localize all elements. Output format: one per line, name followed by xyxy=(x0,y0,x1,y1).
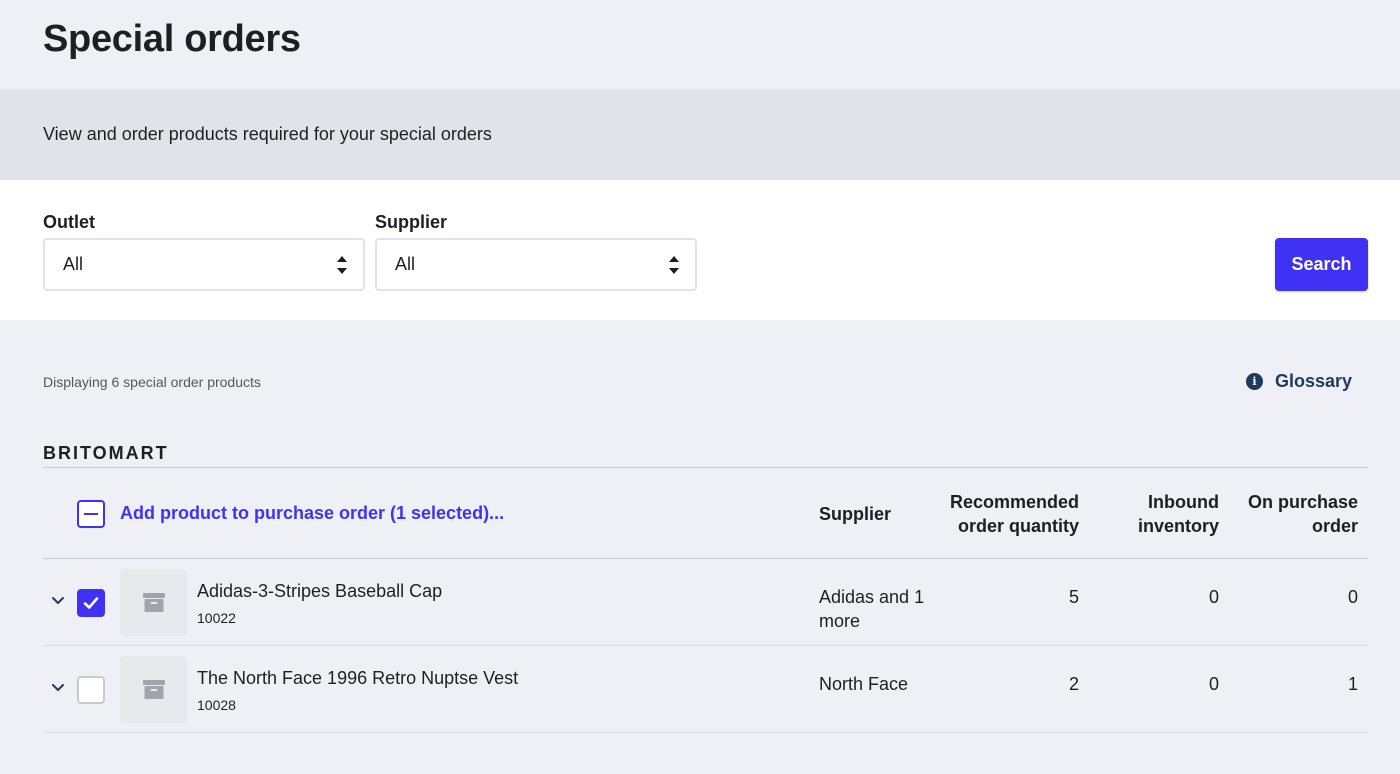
select-all-checkbox[interactable] xyxy=(77,500,105,528)
supplier-label: Supplier xyxy=(375,212,448,232)
table-header: Add product to purchase order (1 selecte… xyxy=(43,468,1368,559)
outlet-filter: Outlet All xyxy=(43,211,365,291)
row-recommended-quantity: 2 xyxy=(1068,674,1079,694)
page-header: Special orders xyxy=(0,0,1400,89)
column-header-inbound: Inbound inventory xyxy=(1138,490,1219,538)
column-header-po-line2: order xyxy=(1311,516,1358,536)
product-thumbnail xyxy=(120,569,187,636)
product-sku: 10028 xyxy=(197,697,236,713)
product-name[interactable]: Adidas-3-Stripes Baseball Cap xyxy=(197,581,442,602)
page-title: Special orders xyxy=(43,18,301,60)
select-arrows-icon xyxy=(669,255,679,274)
supplier-filter: Supplier All xyxy=(375,211,697,291)
column-header-inbound-line2: inventory xyxy=(1137,516,1219,536)
archive-box-icon xyxy=(142,679,165,699)
row-on-purchase-order: 0 xyxy=(1347,587,1358,607)
indeterminate-icon xyxy=(84,513,98,515)
add-to-purchase-order-button[interactable]: Add product to purchase order (1 selecte… xyxy=(120,503,504,524)
column-header-on-purchase-order: On purchase order xyxy=(1248,490,1358,538)
results-bar: Displaying 6 special order products i Gl… xyxy=(43,320,1368,443)
column-header-inbound-line1: Inbound xyxy=(1148,492,1219,512)
results-count: Displaying 6 special order products xyxy=(43,374,261,390)
page-description: View and order products required for you… xyxy=(43,124,492,144)
column-header-supplier: Supplier xyxy=(819,504,892,524)
glossary-label: Glossary xyxy=(1274,371,1352,391)
chevron-down-icon[interactable] xyxy=(51,593,65,607)
table-row: Adidas-3-Stripes Baseball Cap 10022 Adid… xyxy=(43,559,1368,646)
product-sku: 10022 xyxy=(197,610,236,626)
results-section: Displaying 6 special order products i Gl… xyxy=(0,320,1400,733)
outlet-select[interactable]: All xyxy=(43,238,365,291)
checkmark-icon xyxy=(83,597,99,609)
chevron-down-icon[interactable] xyxy=(51,680,65,694)
search-button[interactable]: Search xyxy=(1275,238,1368,291)
select-arrows-icon xyxy=(337,255,347,274)
page-description-banner: View and order products required for you… xyxy=(0,89,1400,180)
product-name[interactable]: The North Face 1996 Retro Nuptse Vest xyxy=(197,668,518,689)
column-header-recommended: Recommended order quantity xyxy=(950,490,1079,538)
supplier-select-value: All xyxy=(395,254,416,274)
row-recommended-quantity: 5 xyxy=(1068,587,1079,607)
info-icon: i xyxy=(1245,373,1263,390)
row-inbound-inventory: 0 xyxy=(1208,587,1219,607)
column-header-recommended-line2: order quantity xyxy=(957,516,1079,536)
product-thumbnail xyxy=(120,656,187,723)
table-row: The North Face 1996 Retro Nuptse Vest 10… xyxy=(43,646,1368,733)
row-checkbox[interactable] xyxy=(77,676,105,704)
supplier-select[interactable]: All xyxy=(375,238,697,291)
glossary-link[interactable]: i Glossary xyxy=(1245,371,1352,392)
column-header-recommended-line1: Recommended xyxy=(949,492,1079,512)
column-header-po-line1: On purchase xyxy=(1247,492,1358,512)
row-on-purchase-order: 1 xyxy=(1347,674,1358,694)
outlet-select-value: All xyxy=(63,254,84,274)
row-supplier: North Face xyxy=(819,674,909,694)
outlet-label: Outlet xyxy=(43,212,95,232)
row-inbound-inventory: 0 xyxy=(1208,674,1219,694)
archive-box-icon xyxy=(142,592,165,612)
filter-panel: Outlet All Supplier All Search xyxy=(0,180,1400,320)
row-supplier: Adidas and 1 more xyxy=(819,587,925,631)
row-checkbox[interactable] xyxy=(77,589,105,617)
